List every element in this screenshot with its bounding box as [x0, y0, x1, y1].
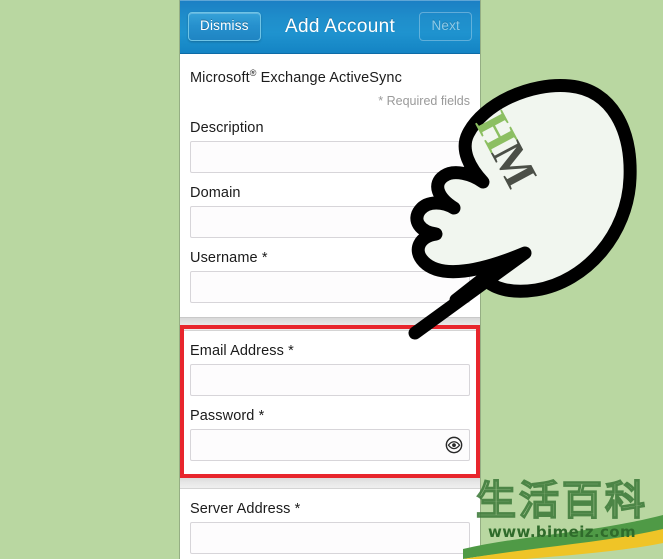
description-input[interactable]	[191, 141, 469, 172]
next-button[interactable]: Next	[419, 12, 472, 41]
page-title: Add Account	[285, 15, 396, 37]
decorative-swoosh	[463, 515, 663, 559]
field-group-server-address: Server Address *	[180, 501, 480, 554]
section-title-prefix: Microsoft	[190, 69, 250, 86]
dismiss-button[interactable]: Dismiss	[188, 12, 261, 41]
field-group-password: Password *	[180, 408, 480, 461]
field-group-username: Username *	[180, 250, 480, 303]
email-address-input[interactable]	[191, 364, 469, 395]
field-label-domain: Domain	[190, 184, 241, 201]
field-input-server-address[interactable]	[190, 521, 470, 554]
field-group-email: Email Address *	[180, 343, 480, 396]
field-input-username[interactable]	[190, 270, 470, 303]
account-form: Microsoft® Exchange ActiveSync * Require…	[180, 54, 480, 559]
field-label-password: Password *	[190, 407, 265, 424]
required-fields-note: * Required fields	[378, 93, 470, 108]
domain-input[interactable]	[191, 206, 469, 237]
section-title: Microsoft® Exchange ActiveSync	[180, 54, 480, 86]
section-separator-2	[180, 474, 480, 489]
field-group-description: Description	[180, 120, 480, 173]
field-label-description: Description	[190, 119, 264, 136]
field-input-description[interactable]	[190, 140, 470, 173]
section-separator-1	[180, 316, 480, 331]
section-title-suffix: Exchange ActiveSync	[256, 69, 402, 86]
field-label-email: Email Address *	[190, 342, 294, 359]
password-input[interactable]	[191, 429, 469, 460]
server-address-input[interactable]	[191, 522, 469, 553]
phone-screen: Dismiss Add Account Next Microsoft® Exch…	[180, 0, 480, 559]
field-label-username: Username *	[190, 249, 268, 266]
field-group-domain: Domain	[180, 185, 480, 238]
username-input[interactable]	[191, 271, 469, 302]
field-input-email[interactable]	[190, 363, 470, 396]
eye-icon[interactable]	[445, 436, 463, 454]
field-input-domain[interactable]	[190, 205, 470, 238]
watermark: 生活百科 www.bimeiz.com	[467, 479, 657, 557]
hand-letter-m: M	[481, 133, 547, 194]
field-input-password[interactable]	[190, 428, 470, 461]
app-header: Dismiss Add Account Next	[180, 0, 480, 54]
watermark-url: www.bimeiz.com	[488, 523, 636, 541]
watermark-text: 生活百科	[475, 478, 648, 524]
field-label-server-address: Server Address *	[190, 500, 301, 517]
